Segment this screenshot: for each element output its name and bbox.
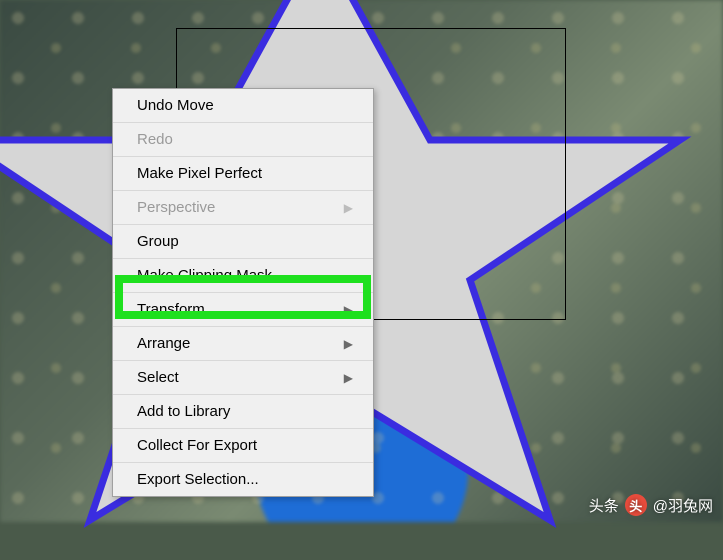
menu-item-label: Group (137, 233, 179, 250)
menu-item-label: Arrange (137, 335, 190, 352)
menu-perspective: Perspective ▶ (113, 191, 373, 225)
menu-item-label: Add to Library (137, 403, 230, 420)
watermark: 头条 头 @羽兔网 (589, 494, 713, 516)
menu-item-label: Redo (137, 131, 173, 148)
chevron-right-icon: ▶ (344, 303, 353, 317)
chevron-right-icon: ▶ (344, 201, 353, 215)
menu-item-label: Make Pixel Perfect (137, 165, 262, 182)
menu-item-label: Perspective (137, 199, 215, 216)
menu-make-clipping-mask[interactable]: Make Clipping Mask (113, 259, 373, 293)
context-menu: Undo Move Redo Make Pixel Perfect Perspe… (112, 88, 374, 497)
watermark-handle: @羽兔网 (653, 495, 713, 516)
watermark-badge-icon: 头 (625, 494, 647, 516)
menu-transform[interactable]: Transform ▶ (113, 293, 373, 327)
menu-collect-for-export[interactable]: Collect For Export (113, 429, 373, 463)
menu-item-label: Transform (137, 301, 205, 318)
menu-add-to-library[interactable]: Add to Library (113, 395, 373, 429)
menu-item-label: Export Selection... (137, 471, 259, 488)
menu-item-label: Select (137, 369, 179, 386)
menu-export-selection[interactable]: Export Selection... (113, 463, 373, 496)
watermark-prefix: 头条 (589, 495, 619, 516)
menu-group[interactable]: Group (113, 225, 373, 259)
menu-select[interactable]: Select ▶ (113, 361, 373, 395)
menu-item-label: Undo Move (137, 97, 214, 114)
menu-make-pixel-perfect[interactable]: Make Pixel Perfect (113, 157, 373, 191)
menu-undo-move[interactable]: Undo Move (113, 89, 373, 123)
menu-item-label: Collect For Export (137, 437, 257, 454)
menu-item-label: Make Clipping Mask (137, 267, 272, 284)
chevron-right-icon: ▶ (344, 337, 353, 351)
menu-arrange[interactable]: Arrange ▶ (113, 327, 373, 361)
menu-redo: Redo (113, 123, 373, 157)
chevron-right-icon: ▶ (344, 371, 353, 385)
